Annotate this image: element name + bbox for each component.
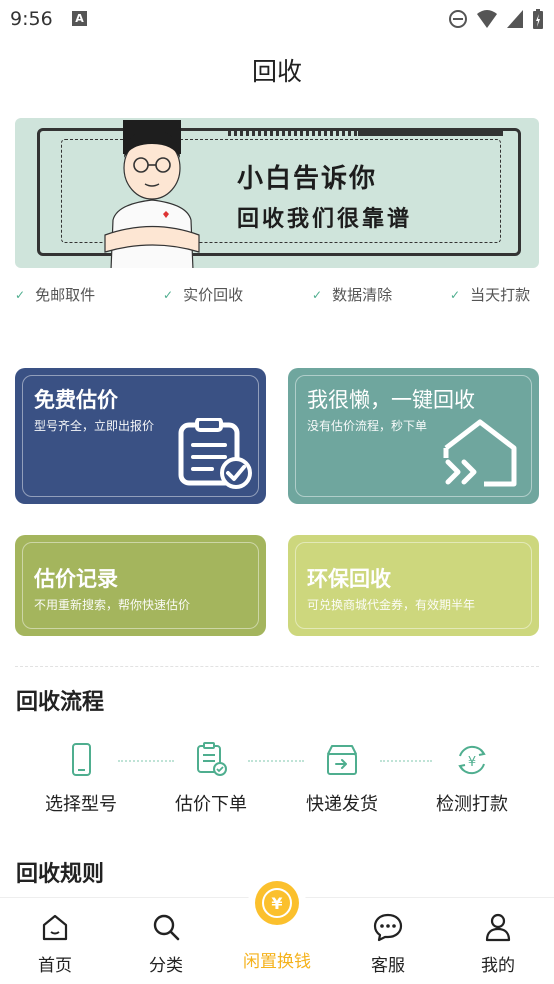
status-time: 9:56 [10,8,53,30]
notification-icon: A [72,11,87,26]
process-step: 估价下单 [161,742,261,816]
tab-label: 我的 [481,956,515,976]
check-icon: ✓ [15,287,26,302]
svg-text:¥: ¥ [271,894,282,913]
card-subtitle: 不用重新搜索，帮你快速估价 [34,598,191,612]
check-icon: ✓ [163,287,174,302]
card-title: 我很懒，一键回收 [307,388,475,412]
feature-item: ✓ 实价回收 [163,284,243,305]
step-label: 选择型号 [45,794,117,815]
status-icons [448,8,544,30]
banner-headline: 小白告诉你 [237,164,378,194]
tab-label: 分类 [149,956,183,976]
clipboard-check-icon [178,418,252,489]
process-step: 快递发货 [292,742,392,816]
svg-text:¥: ¥ [468,755,476,770]
wifi-icon [477,10,497,28]
card-subtitle: 型号齐全，立即出报价 [34,419,155,433]
card-title: 估价记录 [34,567,118,591]
chat-bubble-icon [373,913,403,942]
feature-label: 当天打款 [470,286,531,304]
search-icon [153,914,180,941]
check-icon: ✓ [450,287,461,302]
tab-recycle[interactable]: 闲置换钱 [237,912,317,972]
feature-item: ✓ 当天打款 [450,284,530,305]
step-label: 快递发货 [306,794,378,815]
tab-label: 闲置换钱 [243,952,311,972]
yuan-refresh-icon: ¥ [458,745,486,775]
card-title: 环保回收 [307,567,391,591]
step-label: 检测打款 [436,794,508,815]
process-step: 选择型号 [31,742,131,816]
mascot-illustration [104,120,200,268]
dnd-icon [449,10,467,28]
delivery-box-icon [327,745,357,775]
tab-home[interactable]: 首页 [15,912,95,976]
clipboard-check-icon [197,742,227,776]
status-bar: 9:56 A [0,0,554,38]
one-click-recycle-card[interactable]: 我很懒，一键回收 没有估价流程，秒下单 [288,368,539,504]
check-icon: ✓ [312,287,323,302]
feature-item: ✓ 数据清除 [312,284,392,305]
section-divider [15,666,539,667]
banner-bar [358,130,503,136]
feature-label: 免邮取件 [35,286,96,304]
tab-label: 客服 [371,956,405,976]
step-label: 估价下单 [175,794,247,815]
page-title: 回收 [251,57,302,86]
tab-label: 首页 [38,956,72,976]
card-subtitle: 可兑换商城代金券，有效期半年 [307,598,476,612]
feature-label: 数据清除 [332,286,393,304]
tab-category[interactable]: 分类 [126,912,206,976]
card-title: 免费估价 [34,388,118,412]
promo-banner[interactable]: 小白告诉你 回收我们很靠谱 [15,118,539,268]
process-step: ¥ 检测打款 [422,742,522,816]
feature-item: ✓ 免邮取件 [15,284,95,305]
feature-label: 实价回收 [183,286,244,304]
banner-subheadline: 回收我们很靠谱 [237,207,413,232]
signal-icon [507,10,523,28]
tab-service[interactable]: 客服 [348,912,428,976]
rules-section-title: 回收规则 [16,862,105,887]
eco-recycle-card[interactable]: 环保回收 可兑换商城代金券，有效期半年 [288,535,539,636]
battery-icon [533,9,543,29]
free-estimate-card[interactable]: 免费估价 型号齐全，立即出报价 [15,368,266,504]
process-section-title: 回收流程 [16,690,105,715]
user-icon [485,913,511,942]
home-icon [42,914,68,941]
bottom-tab-bar: ¥ 首页 分类 闲置换钱 客服 我的 [0,874,554,984]
house-arrow-icon [443,419,517,487]
estimate-records-card[interactable]: 估价记录 不用重新搜索，帮你快速估价 [15,535,266,636]
tab-mine[interactable]: 我的 [458,912,538,976]
feature-list: ✓ 免邮取件 ✓ 实价回收 ✓ 数据清除 ✓ 当天打款 [0,284,554,306]
phone-icon [72,743,91,776]
card-subtitle: 没有估价流程，秒下单 [307,419,428,433]
banner-stripes [228,130,358,136]
